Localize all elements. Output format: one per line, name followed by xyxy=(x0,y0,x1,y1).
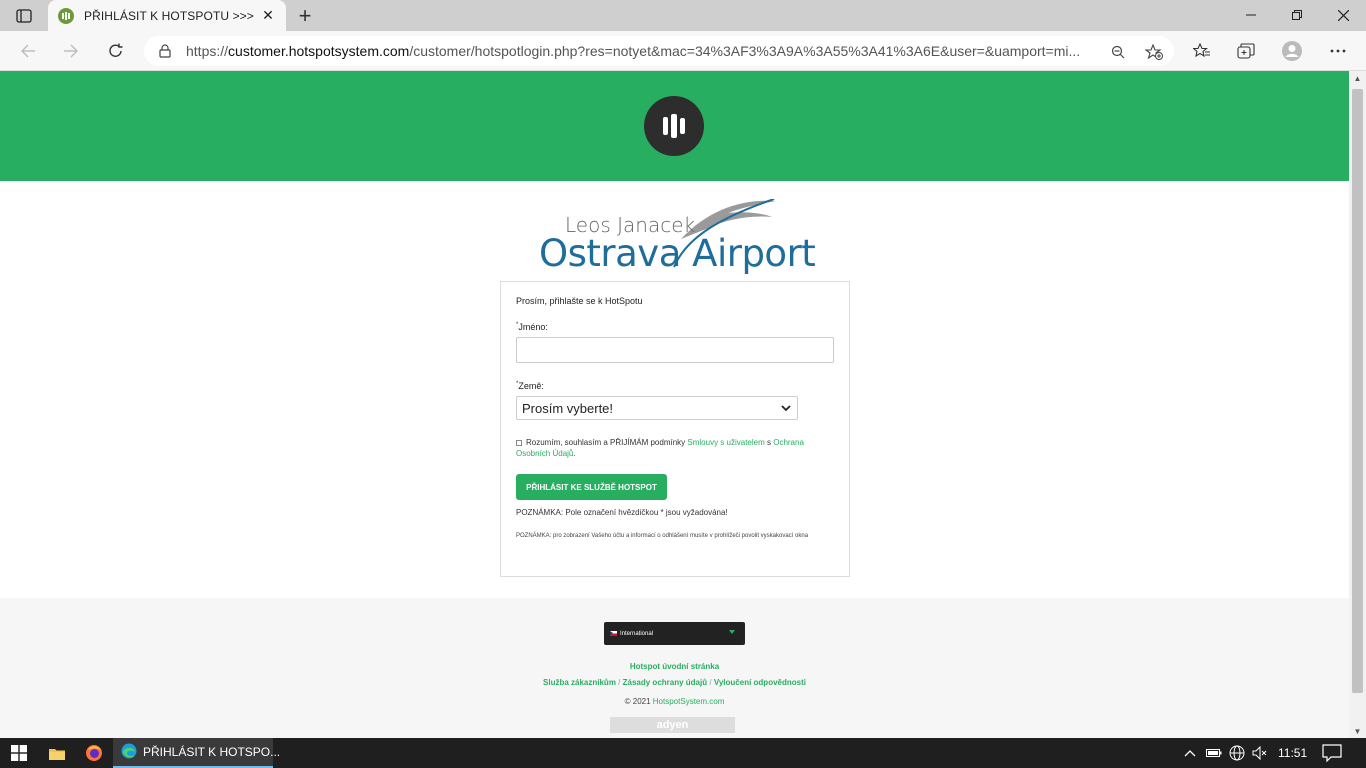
login-button[interactable]: PŘIHLÁSIT KE SLUŽBĚ HOTSPOT xyxy=(516,474,667,500)
footer-sep: / xyxy=(618,678,621,687)
taskbar-clock[interactable]: 11:51 xyxy=(1278,746,1307,760)
country-label: *Země: xyxy=(516,381,544,391)
scroll-thumb[interactable] xyxy=(1352,89,1363,693)
privacy-policy-link[interactable]: Zásady ochrany údajů xyxy=(623,678,707,687)
customer-service-link[interactable]: Služba zákazníkům xyxy=(543,678,616,687)
caret-down-icon xyxy=(729,630,735,634)
terms-mid: s xyxy=(766,438,771,447)
logo-ostrava: Ostrava xyxy=(539,232,681,275)
language-value: International xyxy=(620,630,654,637)
tab-strip: PŘIHLÁSIT K HOTSPOTU >>> ✕ + xyxy=(0,0,1366,31)
tab-close-icon[interactable]: ✕ xyxy=(260,7,276,24)
more-options-icon[interactable] xyxy=(1324,37,1352,65)
tray-chevron-up-icon[interactable] xyxy=(1182,745,1198,761)
terms-prefix: Rozumím, souhlasím a PŘIJÍMÁM podmínky xyxy=(526,438,686,447)
disclaimer-link[interactable]: Vyloučení odpovědnosti xyxy=(714,678,806,687)
browser-tab-active[interactable]: PŘIHLÁSIT K HOTSPOTU >>> ✕ xyxy=(48,0,286,31)
popup-note: POZNÁMKA: pro zobrazení Vašeho účtu a in… xyxy=(516,533,809,539)
notification-center-icon[interactable] xyxy=(1322,744,1342,763)
windows-start-icon[interactable] xyxy=(0,738,38,768)
favorites-icon[interactable] xyxy=(1188,37,1216,65)
page-scrollbar[interactable]: ▲ ▼ xyxy=(1349,71,1366,738)
footer-links: Služba zákazníkům / Zásady ochrany údajů… xyxy=(0,678,1349,687)
zoom-icon[interactable] xyxy=(1109,43,1127,61)
collections-icon[interactable] xyxy=(1232,37,1260,65)
airport-logo: Leos Janacek Ostrava Airport xyxy=(536,199,816,275)
hotspot-favicon-icon xyxy=(58,7,74,24)
page-content: Leos Janacek Ostrava Airport Prosím, při… xyxy=(0,71,1349,738)
address-bar[interactable]: https://customer.hotspotsystem.com/custo… xyxy=(144,36,1174,66)
terms-agreement: Rozumím, souhlasím a PŘIJÍMÁM podmínky S… xyxy=(516,437,836,459)
adyen-badge: adyen xyxy=(610,717,735,733)
hotspotsystem-link[interactable]: HotspotSystem.com xyxy=(653,697,725,706)
taskbar-edge-app[interactable]: PŘIHLÁSIT K HOTSPO... xyxy=(113,738,280,768)
volume-muted-icon[interactable] xyxy=(1252,745,1268,761)
user-agreement-link[interactable]: Smlouvy s uživatelem xyxy=(687,438,764,447)
battery-icon[interactable] xyxy=(1206,745,1222,761)
login-form-card: Prosím, přihlašte se k HotSpotu *Jméno: … xyxy=(500,281,850,577)
copyright-text: © 2021 xyxy=(624,697,651,706)
copyright: © 2021 HotspotSystem.com xyxy=(0,697,1349,706)
footer-home-link[interactable]: Hotspot úvodní stránka xyxy=(0,662,1349,671)
url-host: customer.hotspotsystem.com xyxy=(228,43,410,59)
required-note: POZNÁMKA: Pole označení hvězdičkou * jso… xyxy=(516,508,728,517)
tab-title: PŘIHLÁSIT K HOTSPOTU >>> xyxy=(84,8,254,23)
terms-suffix: . xyxy=(573,449,576,458)
chevron-down-icon xyxy=(780,402,792,414)
taskbar: PŘIHLÁSIT K HOTSPO... 11:51 xyxy=(0,738,1366,768)
name-label-text: Jméno: xyxy=(518,322,548,332)
close-window-icon[interactable] xyxy=(1320,0,1366,30)
add-favorite-icon[interactable] xyxy=(1145,43,1163,61)
hotspot-logo-icon xyxy=(644,96,704,156)
edge-window-label: PŘIHLÁSIT K HOTSPO... xyxy=(143,745,281,759)
footer-sep: / xyxy=(709,678,712,687)
scroll-down-icon[interactable]: ▼ xyxy=(1349,724,1366,738)
forward-icon[interactable] xyxy=(57,37,85,65)
new-tab-icon[interactable]: + xyxy=(292,3,318,29)
url-prefix: https:// xyxy=(186,43,229,59)
czech-flag-icon xyxy=(610,631,617,636)
country-label-text: Země: xyxy=(518,381,544,391)
file-explorer-icon[interactable] xyxy=(39,738,75,768)
url-text: https://customer.hotspotsystem.com/custo… xyxy=(186,43,1086,59)
edge-icon xyxy=(121,743,137,762)
country-select[interactable]: Prosím vyberte! xyxy=(516,396,798,420)
language-select[interactable]: International xyxy=(604,622,745,645)
country-selected-value: Prosím vyberte! xyxy=(522,400,614,416)
refresh-icon[interactable] xyxy=(102,37,130,65)
form-title: Prosím, přihlašte se k HotSpotu xyxy=(516,296,643,306)
browser-toolbar: https://customer.hotspotsystem.com/custo… xyxy=(0,31,1366,71)
back-icon[interactable] xyxy=(14,37,42,65)
profile-avatar-icon[interactable] xyxy=(1278,37,1306,65)
terms-checkbox[interactable] xyxy=(516,439,522,446)
scroll-up-icon[interactable]: ▲ xyxy=(1349,71,1366,85)
lock-icon[interactable] xyxy=(156,42,174,60)
url-path: /customer/hotspotlogin.php?res=notyet&ma… xyxy=(409,43,1081,59)
firefox-icon[interactable] xyxy=(76,738,112,768)
network-globe-icon[interactable] xyxy=(1229,745,1245,761)
tab-actions-icon[interactable] xyxy=(8,4,40,28)
minimize-icon[interactable] xyxy=(1228,0,1274,30)
name-input[interactable] xyxy=(516,337,834,363)
footer: International Hotspot úvodní stránka Slu… xyxy=(0,598,1349,738)
header-banner xyxy=(0,71,1349,181)
name-label: *Jméno: xyxy=(516,322,548,332)
logo-airport: Airport xyxy=(692,232,816,275)
restore-icon[interactable] xyxy=(1274,0,1320,30)
logo-big-text: Ostrava Airport xyxy=(539,232,816,275)
